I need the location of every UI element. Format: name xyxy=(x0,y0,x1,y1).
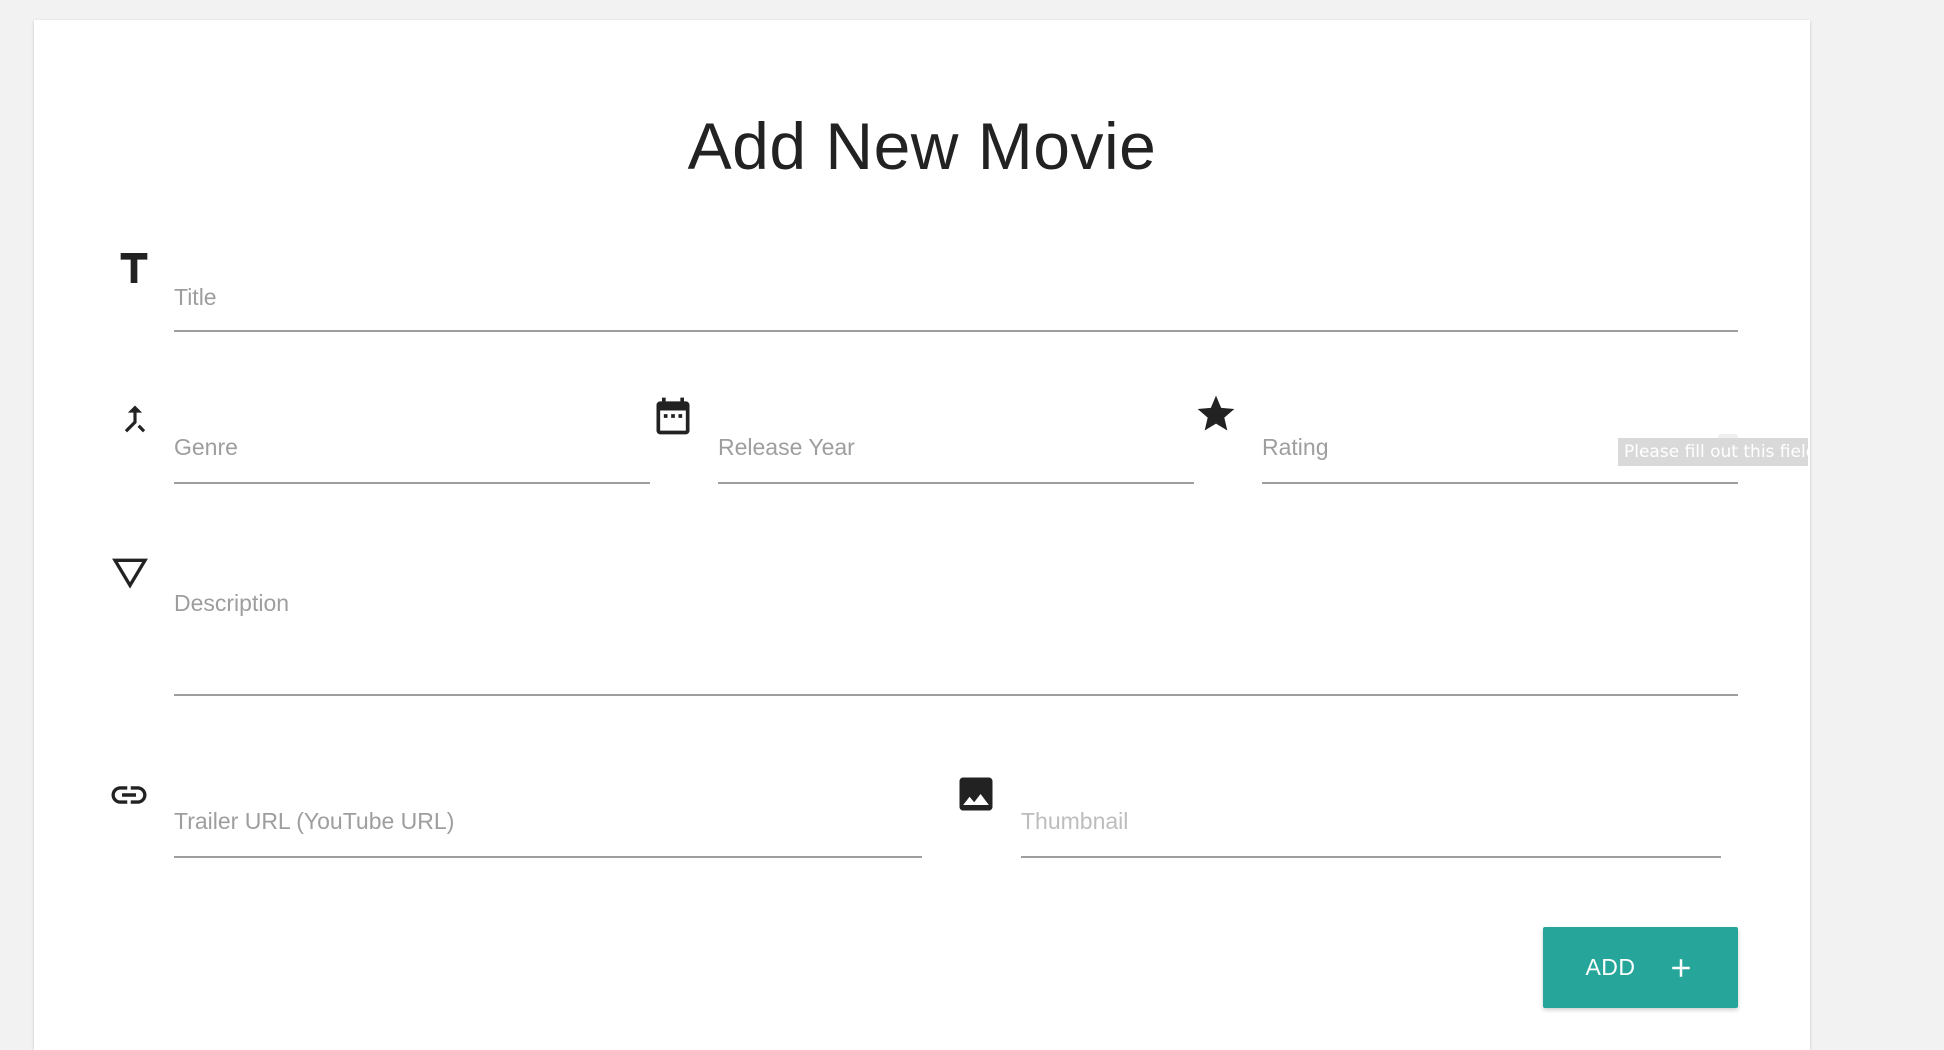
add-button-label: ADD xyxy=(1585,954,1636,980)
release-year-field[interactable]: Release Year xyxy=(718,406,1194,484)
trailer-url-field-label: Trailer URL (YouTube URL) xyxy=(174,808,455,834)
add-movie-card: Add New Movie Title Genre Release Year R… xyxy=(34,20,1810,1050)
text-title-icon xyxy=(120,253,148,283)
rating-field-label: Rating xyxy=(1262,434,1329,460)
thumbnail-field[interactable]: Thumbnail xyxy=(1021,780,1721,858)
triangle-down-icon xyxy=(112,558,148,589)
image-icon xyxy=(959,777,993,811)
calendar-icon xyxy=(656,397,690,435)
release-year-field-label: Release Year xyxy=(718,434,855,460)
thumbnail-field-label: Thumbnail xyxy=(1021,808,1129,834)
title-field-label: Title xyxy=(174,284,217,310)
validation-tooltip: Please fill out this field. xyxy=(1618,438,1808,466)
merge-icon xyxy=(124,405,146,433)
description-field-label: Description xyxy=(174,590,290,616)
star-icon xyxy=(1197,395,1235,431)
genre-field-label: Genre xyxy=(174,434,238,460)
genre-field[interactable]: Genre xyxy=(174,406,650,484)
trailer-url-field[interactable]: Trailer URL (YouTube URL) xyxy=(174,780,922,858)
description-field[interactable]: Description xyxy=(174,566,1738,696)
add-button[interactable]: ADD xyxy=(1543,927,1738,1008)
page-title: Add New Movie xyxy=(687,109,1157,183)
link-icon xyxy=(111,786,147,804)
plus-icon xyxy=(1671,958,1690,977)
title-field[interactable]: Title xyxy=(174,254,1738,332)
